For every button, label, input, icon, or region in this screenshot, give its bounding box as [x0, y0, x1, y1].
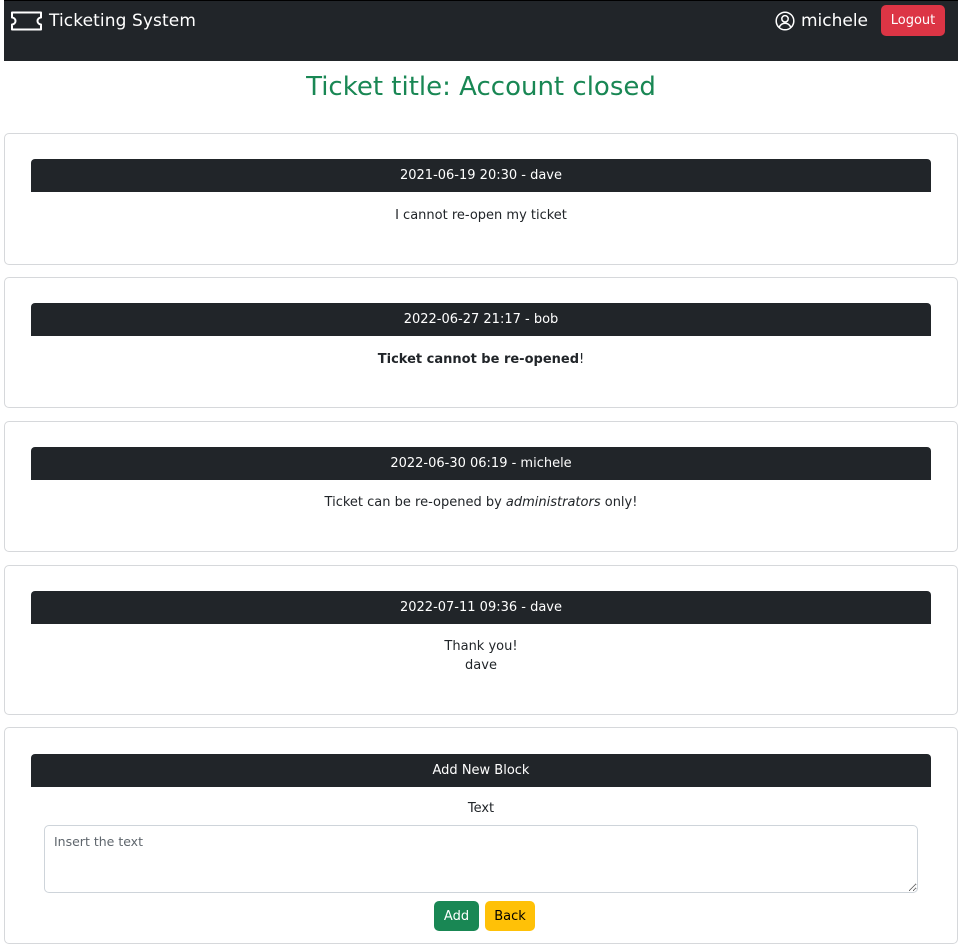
add-button[interactable]: Add — [434, 901, 479, 931]
ticket-block: 2022-06-30 06:19 - michele Ticket can be… — [4, 421, 958, 552]
block-text-line: I cannot re-open my ticket — [395, 208, 567, 223]
block-text-bold: Ticket cannot be re-opened — [377, 352, 580, 367]
block-text-suffix: ! — [579, 352, 585, 367]
block-text-italic: administrators — [505, 495, 601, 510]
text-input[interactable] — [44, 825, 918, 893]
block-text: Ticket can be re-opened by administrator… — [31, 493, 931, 512]
add-block-form: Add New Block Text Add Back — [4, 727, 958, 944]
block-text-line: Thank you! — [444, 639, 518, 654]
person-circle-icon — [775, 11, 795, 31]
block-header: 2022-06-27 21:17 - bob — [31, 303, 931, 336]
page-title: Ticket title: Account closed — [306, 72, 656, 102]
back-button[interactable]: Back — [485, 901, 535, 931]
ticket-icon — [10, 11, 43, 31]
navbar-brand[interactable]: Ticketing System — [10, 10, 196, 32]
brand-title: Ticketing System — [49, 11, 196, 31]
ticket-block: 2022-06-27 21:17 - bob Ticket cannot be … — [4, 277, 958, 408]
block-text: I cannot re-open my ticket — [31, 206, 931, 225]
block-text: Thank you! dave — [31, 637, 931, 675]
ticket-block: 2022-07-11 09:36 - dave Thank you! dave — [4, 565, 958, 715]
username: michele — [800, 11, 868, 31]
navbar: Ticketing System michele Logout — [4, 0, 958, 61]
block-text-line: Ticket cannot be re-opened! — [31, 350, 931, 369]
block-text: Ticket cannot be re-opened! — [31, 350, 931, 369]
block-text-prefix: Ticket can be re-opened by — [324, 495, 506, 510]
block-text-line: dave — [465, 658, 497, 673]
text-label: Text — [467, 801, 495, 816]
user-info: michele — [775, 10, 868, 32]
block-header: 2022-06-30 06:19 - michele — [31, 447, 931, 480]
logout-button[interactable]: Logout — [881, 5, 945, 36]
ticket-block: 2021-06-19 20:30 - dave I cannot re-open… — [4, 133, 958, 265]
block-text-line: Ticket can be re-opened by administrator… — [31, 493, 931, 512]
block-header: 2021-06-19 20:30 - dave — [31, 159, 931, 192]
block-text-suffix: only! — [600, 495, 638, 510]
form-header: Add New Block — [31, 754, 931, 787]
block-header: 2022-07-11 09:36 - dave — [31, 591, 931, 624]
